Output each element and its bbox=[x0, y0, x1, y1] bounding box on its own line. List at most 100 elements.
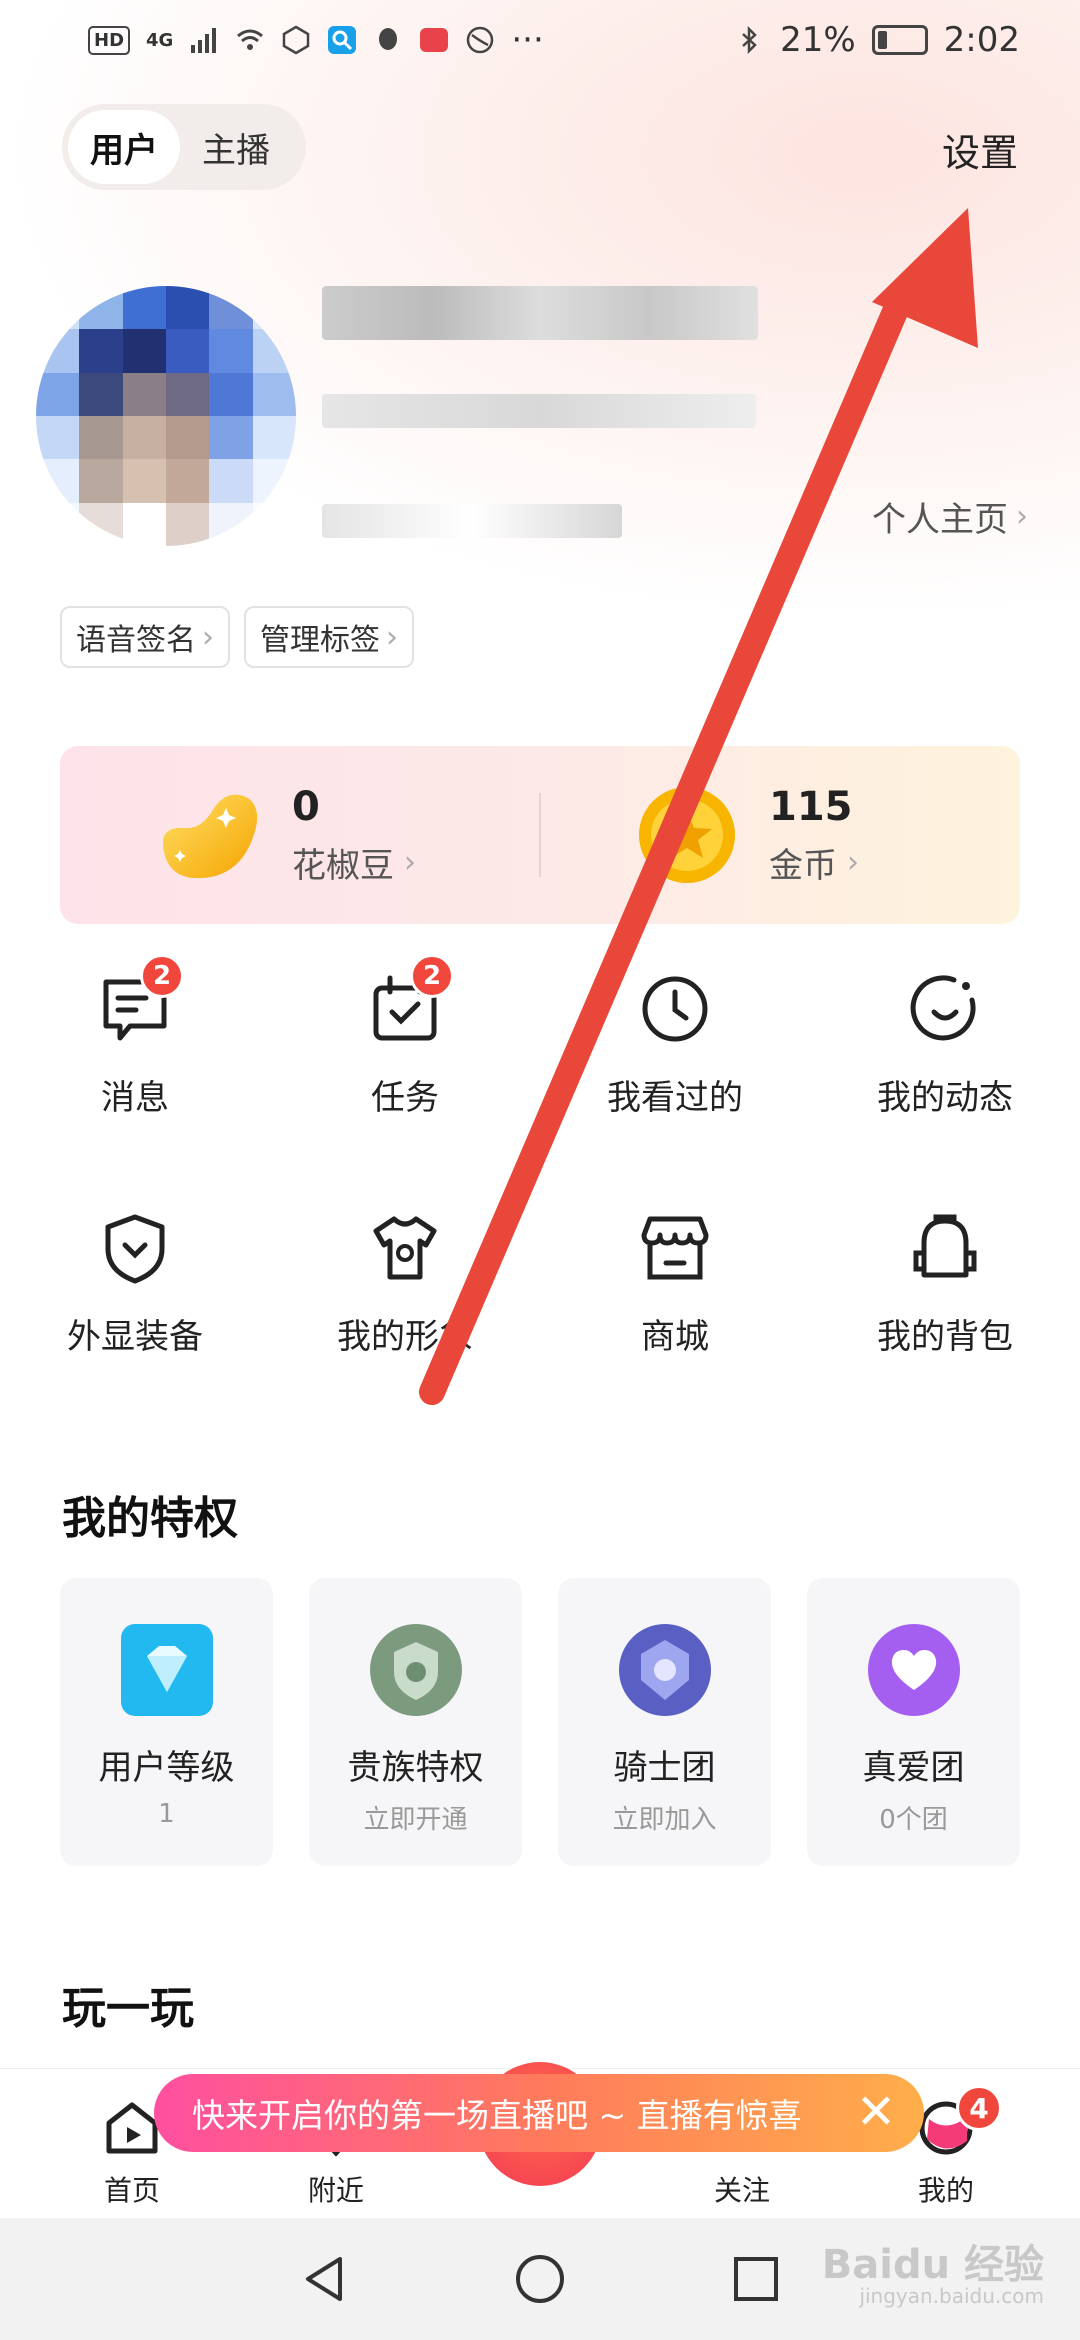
avatar-pixel bbox=[209, 372, 253, 416]
chevron-right-icon: › bbox=[847, 844, 859, 880]
feature-backpack-label: 我的背包 bbox=[877, 1317, 1013, 1357]
privilege-noble-name: 贵族特权 bbox=[347, 1748, 484, 1788]
network-label: 4G bbox=[146, 29, 174, 51]
coins-label: 金币 bbox=[769, 845, 837, 886]
avatar-pixel bbox=[36, 415, 80, 460]
wallet-card: 0 花椒豆 › 115 金币 › bbox=[60, 746, 1020, 924]
feature-messages[interactable]: 2 消息 bbox=[0, 954, 270, 1119]
privilege-true-love[interactable]: 真爱团 0个团 bbox=[807, 1578, 1020, 1866]
tab-user[interactable]: 用户 bbox=[68, 110, 180, 184]
moments-icon bbox=[910, 975, 976, 1041]
status-bar-left: HD 4G ··· bbox=[88, 20, 544, 60]
coin-icon bbox=[639, 787, 735, 883]
beans-label: 花椒豆 bbox=[292, 845, 394, 886]
voice-signature-chip[interactable]: 语音签名 › bbox=[60, 606, 230, 668]
feature-tasks[interactable]: 2 任务 bbox=[270, 954, 540, 1119]
bluetooth-icon bbox=[742, 25, 757, 55]
more-status-icon: ··· bbox=[511, 20, 544, 60]
personal-homepage-link[interactable]: 个人主页 › bbox=[872, 492, 1028, 541]
avatar-pixel bbox=[79, 415, 123, 460]
status-bar-right: 21% 2:02 bbox=[734, 20, 1020, 60]
nav-me-badge: 4 bbox=[956, 2085, 1002, 2131]
avatar-pixel bbox=[165, 329, 210, 373]
browser-icon bbox=[467, 26, 494, 54]
home-circle-icon[interactable] bbox=[512, 2251, 568, 2307]
settings-button[interactable]: 设置 bbox=[942, 122, 1018, 177]
avatar-pixelated-image bbox=[36, 286, 296, 546]
feature-avatar-style[interactable]: 我的形象 bbox=[270, 1209, 540, 1358]
privilege-noble-sub: 立即开通 bbox=[363, 1805, 468, 1835]
privilege-knights-sub: 立即加入 bbox=[612, 1805, 717, 1835]
tasks-badge: 2 bbox=[410, 954, 454, 998]
feature-backpack[interactable]: 我的背包 bbox=[810, 1209, 1080, 1358]
feature-store-label: 商城 bbox=[641, 1317, 709, 1357]
privilege-knights[interactable]: 骑士团 立即加入 bbox=[558, 1578, 771, 1866]
tab-streamer[interactable]: 主播 bbox=[180, 110, 292, 184]
avatar-pixel bbox=[79, 459, 123, 503]
avatar-pixel bbox=[36, 372, 80, 416]
wifi-icon bbox=[237, 29, 264, 50]
feature-history-label: 我看过的 bbox=[607, 1078, 743, 1118]
feature-tasks-label: 任务 bbox=[371, 1078, 439, 1118]
avatar-pixel bbox=[165, 502, 210, 546]
privileges-title: 我的特权 bbox=[62, 1493, 238, 1544]
avatar-pixel bbox=[122, 372, 166, 416]
feature-store[interactable]: 商城 bbox=[540, 1209, 810, 1358]
privilege-user-level[interactable]: 用户等级 1 bbox=[60, 1578, 273, 1866]
live-promo-banner[interactable]: 快来开启你的第一场直播吧 ~ 直播有惊喜 ✕ bbox=[154, 2074, 924, 2152]
personal-homepage-label: 个人主页 bbox=[872, 500, 1008, 540]
avatar-pixel bbox=[165, 372, 210, 416]
back-triangle-icon[interactable] bbox=[296, 2251, 352, 2307]
privilege-user-level-name: 用户等级 bbox=[98, 1748, 235, 1788]
hd-badge: HD bbox=[88, 25, 131, 55]
role-switcher: 用户 主播 bbox=[62, 104, 306, 190]
voice-signature-label: 语音签名 bbox=[76, 623, 196, 658]
play-section-title: 玩一玩 bbox=[62, 1983, 194, 2034]
beans-balance[interactable]: 0 花椒豆 › bbox=[60, 784, 539, 887]
avatar-pixel bbox=[165, 459, 210, 503]
coins-value: 115 bbox=[769, 783, 853, 830]
feature-grid: 2 消息 2 任务 我看过的 我的动态 外显装备 我的形象 商城 我的背包 bbox=[0, 954, 1080, 1358]
nav-me-label: 我的 bbox=[917, 2174, 974, 2207]
close-icon[interactable]: ✕ bbox=[850, 2086, 902, 2138]
privilege-true-love-sub: 0个团 bbox=[879, 1805, 948, 1835]
privilege-noble[interactable]: 贵族特权 立即开通 bbox=[309, 1578, 522, 1866]
baidu-watermark-url: jingyan.baidu.com bbox=[859, 2284, 1044, 2308]
huawei-store-icon bbox=[420, 28, 449, 52]
avatar-pixel bbox=[252, 372, 296, 416]
username-blurred bbox=[322, 286, 758, 340]
live-promo-text: 快来开启你的第一场直播吧 ~ 直播有惊喜 bbox=[192, 2096, 802, 2135]
coins-balance[interactable]: 115 金币 › bbox=[541, 783, 1020, 887]
avatar-pixel bbox=[122, 459, 166, 503]
avatar-pixel bbox=[122, 502, 166, 546]
battery-percent: 21% bbox=[780, 20, 856, 60]
avatar-pixel bbox=[165, 415, 210, 460]
signal-icon bbox=[191, 28, 217, 53]
avatar-pixel bbox=[122, 329, 166, 373]
manage-tags-chip[interactable]: 管理标签 › bbox=[244, 606, 414, 668]
feature-history[interactable]: 我看过的 bbox=[540, 970, 810, 1119]
avatar-pixel bbox=[209, 415, 253, 460]
heart-badge-icon bbox=[867, 1624, 960, 1716]
nav-home-label: 首页 bbox=[103, 2174, 160, 2207]
diamond-icon bbox=[120, 1624, 213, 1716]
search-app-icon bbox=[328, 26, 357, 54]
nav-follow-label: 关注 bbox=[713, 2174, 770, 2207]
privileges-row: 用户等级 1 贵族特权 立即开通 骑士团 立即加入 真爱团 0个团 bbox=[60, 1578, 1020, 1866]
user-info-blurred bbox=[322, 504, 622, 538]
store-icon bbox=[641, 1216, 709, 1280]
feature-equipment[interactable]: 外显装备 bbox=[0, 1209, 270, 1358]
chevron-right-icon: › bbox=[1016, 499, 1028, 534]
feature-moments[interactable]: 我的动态 bbox=[810, 970, 1080, 1119]
avatar-pixel bbox=[79, 329, 123, 373]
avatar-pixel bbox=[79, 372, 123, 416]
privilege-user-level-sub: 1 bbox=[158, 1799, 175, 1829]
privilege-knights-name: 骑士团 bbox=[613, 1748, 716, 1788]
feature-avatar-style-label: 我的形象 bbox=[337, 1317, 473, 1357]
noble-badge-icon bbox=[369, 1624, 462, 1716]
feature-messages-label: 消息 bbox=[101, 1078, 169, 1118]
recents-square-icon[interactable] bbox=[728, 2251, 784, 2307]
avatar[interactable] bbox=[36, 286, 296, 546]
avatar-pixel bbox=[252, 415, 296, 460]
chevron-right-icon: › bbox=[202, 619, 214, 655]
